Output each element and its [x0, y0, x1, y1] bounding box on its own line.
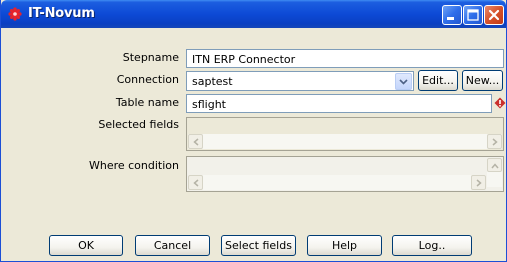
close-button[interactable]: [484, 5, 504, 25]
new-connection-button[interactable]: New...: [462, 70, 503, 91]
cancel-button[interactable]: Cancel: [135, 235, 210, 256]
dialog-window: IT-Novum Stepname ITN ERP Connector Conn…: [0, 0, 507, 262]
stepname-input[interactable]: ITN ERP Connector: [186, 49, 504, 68]
title-bar[interactable]: IT-Novum: [1, 0, 506, 28]
dialog-content: Stepname ITN ERP Connector Connection sa…: [1, 28, 506, 261]
minimize-icon: [447, 17, 454, 20]
minimize-button[interactable]: [442, 5, 462, 25]
selected-fields-label: Selected fields: [98, 118, 179, 131]
scroll-left-icon[interactable]: [188, 134, 203, 149]
horizontal-scrollbar[interactable]: [188, 134, 502, 149]
table-name-input[interactable]: sflight: [186, 94, 492, 113]
chevron-down-icon[interactable]: [395, 73, 412, 90]
log-button[interactable]: Log..: [392, 235, 472, 256]
variable-diamond-icon: [494, 97, 506, 109]
scroll-left-icon[interactable]: [188, 175, 203, 190]
scroll-right-icon[interactable]: [487, 134, 502, 149]
maximize-icon: [467, 9, 479, 21]
edit-connection-button[interactable]: Edit...: [418, 70, 458, 91]
connection-label: Connection: [116, 73, 179, 86]
maximize-button[interactable]: [463, 5, 483, 25]
window-title: IT-Novum: [28, 6, 95, 21]
app-icon: [8, 7, 22, 21]
connection-select[interactable]: saptest: [186, 71, 414, 91]
stepname-label: Stepname: [122, 51, 179, 64]
scroll-up-icon[interactable]: [487, 158, 502, 172]
where-condition-label: Where condition: [88, 159, 179, 172]
where-condition-textarea[interactable]: [186, 156, 504, 192]
vertical-scrollbar[interactable]: [487, 158, 502, 187]
horizontal-scrollbar[interactable]: [188, 175, 486, 190]
select-fields-button[interactable]: Select fields: [221, 235, 296, 256]
table-name-label: Table name: [115, 96, 179, 109]
ok-button[interactable]: OK: [49, 235, 123, 256]
help-button[interactable]: Help: [307, 235, 382, 256]
scroll-right-icon[interactable]: [471, 175, 486, 190]
close-icon: [488, 9, 500, 21]
selected-fields-list[interactable]: [186, 117, 504, 151]
connection-select-value: saptest: [192, 75, 233, 88]
